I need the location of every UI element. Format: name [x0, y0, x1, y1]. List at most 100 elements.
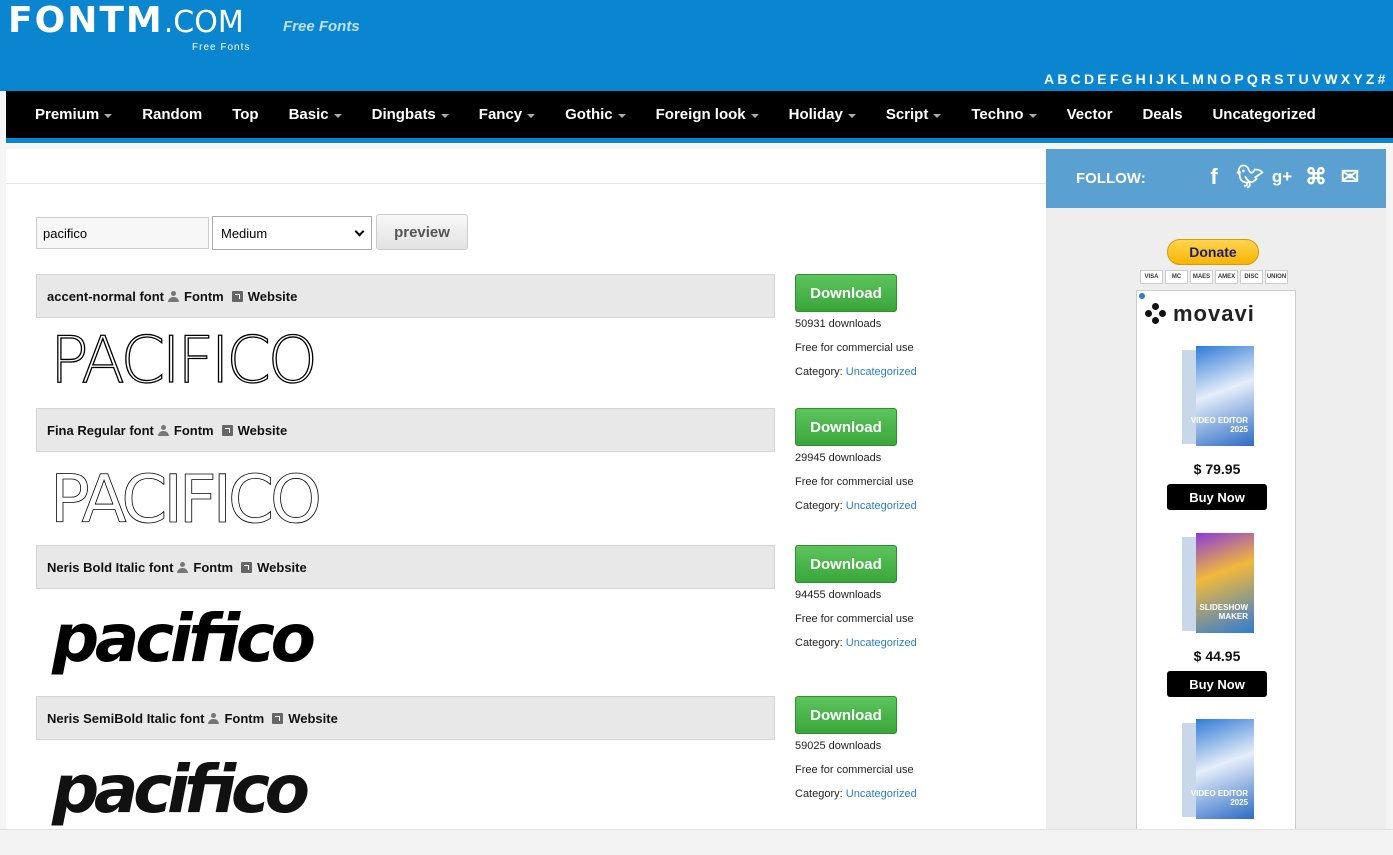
font-name-link[interactable]: Neris SemiBold Italic font [47, 711, 204, 726]
nav-item-premium[interactable]: Premium [35, 106, 113, 123]
author-label: Fontm [184, 288, 224, 304]
nav-item-techno[interactable]: Techno [971, 106, 1037, 123]
category-link[interactable]: Uncategorized [846, 500, 917, 512]
logo-subtitle: Free Fonts [192, 42, 251, 53]
alphabet-letter-link[interactable]: R [1259, 70, 1272, 88]
alphabet-letter-link[interactable]: E [1096, 70, 1109, 88]
font-preview-image[interactable]: PACIFICO [50, 328, 325, 390]
font-name-link[interactable]: accent-normal font [47, 289, 164, 304]
font-preview-image[interactable]: pacifico [50, 601, 330, 681]
download-button[interactable]: Download [795, 696, 897, 734]
preview-text-input[interactable] [36, 217, 209, 249]
product-box-image[interactable]: VIDEO EDITOR 2025 [1182, 719, 1254, 819]
author-label: Fontm [193, 559, 234, 575]
author-link[interactable]: Fontm [177, 560, 233, 575]
font-preview-text: pacifico [51, 752, 310, 828]
website-label: Website [237, 422, 288, 438]
nav-item-foreign-look[interactable]: Foreign look [656, 106, 759, 123]
category-link[interactable]: Uncategorized [846, 366, 917, 378]
rss-icon[interactable]: ⌘ [1304, 163, 1328, 191]
alphabet-letter-link[interactable]: F [1108, 70, 1120, 88]
content-divider [6, 183, 1046, 184]
alphabet-letter-link[interactable]: M [1191, 70, 1206, 88]
payment-card-icon: MC [1165, 270, 1188, 284]
ad-choices-icon[interactable] [1139, 293, 1145, 299]
nav-item-uncategorized[interactable]: Uncategorized [1212, 106, 1315, 123]
download-count: 29945 downloads [795, 452, 882, 464]
alphabet-letter-link[interactable]: N [1205, 70, 1218, 88]
font-preview-image[interactable]: pacifico [50, 752, 330, 832]
alphabet-letter-link[interactable]: K [1165, 70, 1178, 88]
caret-down-icon [104, 113, 113, 118]
site-logo[interactable]: FONTM.COM [8, 0, 244, 44]
nav-item-vector[interactable]: Vector [1067, 106, 1113, 123]
alphabet-letter-link[interactable]: P [1233, 70, 1246, 88]
font-name-link[interactable]: Fina Regular font [47, 423, 154, 438]
nav-item-script[interactable]: Script [886, 106, 942, 123]
product-price: $ 44.95 [1193, 648, 1241, 664]
email-icon[interactable]: ✉ [1338, 163, 1362, 191]
nav-item-fancy[interactable]: Fancy [479, 106, 536, 123]
alphabet-letter-link[interactable]: C [1069, 70, 1082, 88]
buy-now-button[interactable]: Buy Now [1167, 671, 1267, 697]
nav-item-gothic[interactable]: Gothic [565, 106, 626, 123]
alphabet-letter-link[interactable]: S [1273, 70, 1286, 88]
alphabet-letter-link[interactable]: H [1134, 70, 1147, 88]
alphabet-letter-link[interactable]: W [1323, 70, 1339, 88]
alphabet-letter-link[interactable]: L [1179, 70, 1191, 88]
alphabet-letter-link[interactable]: J [1154, 70, 1165, 88]
download-button[interactable]: Download [795, 545, 897, 583]
nav-item-basic[interactable]: Basic [289, 106, 342, 123]
author-link[interactable]: Fontm [168, 289, 224, 304]
alphabet-letter-link[interactable]: Q [1245, 70, 1259, 88]
font-name-link[interactable]: Neris Bold Italic font [47, 560, 173, 575]
nav-item-deals[interactable]: Deals [1142, 106, 1182, 123]
buy-now-button[interactable]: Buy Now [1167, 484, 1267, 510]
google-plus-icon[interactable]: g+ [1270, 163, 1294, 191]
download-button[interactable]: Download [795, 408, 897, 446]
alphabet-letter-link[interactable]: I [1147, 70, 1154, 88]
website-link[interactable]: Website [221, 422, 288, 438]
author-link[interactable]: Fontm [208, 711, 264, 726]
category-link[interactable]: Uncategorized [846, 637, 917, 649]
alphabet-letter-link[interactable]: D [1082, 70, 1095, 88]
donate-button[interactable]: Donate [1167, 239, 1259, 265]
download-button[interactable]: Download [795, 274, 897, 312]
twitter-icon[interactable]: 🐦︎ [1236, 163, 1264, 191]
alphabet-letter-link[interactable]: A [1042, 70, 1055, 88]
author-link[interactable]: Fontm [157, 423, 214, 438]
nav-item-top[interactable]: Top [232, 106, 258, 123]
license-text: Free for commercial use [795, 342, 914, 354]
alphabet-letter-link[interactable]: U [1297, 70, 1310, 88]
product-box-image[interactable]: VIDEO EDITOR 2025 [1182, 346, 1254, 446]
nav-item-label: Techno [971, 106, 1024, 123]
website-link[interactable]: Website [241, 560, 307, 575]
alphabet-letter-link[interactable]: B [1056, 70, 1069, 88]
product-price: $ 79.95 [1193, 461, 1241, 477]
nav-item-dingbats[interactable]: Dingbats [372, 106, 449, 123]
preview-button[interactable]: preview [376, 214, 468, 250]
category-label: Category: [795, 637, 843, 649]
category-line: Category: Uncategorized [795, 631, 917, 655]
category-link[interactable]: Uncategorized [846, 788, 917, 800]
external-link-icon [221, 424, 233, 436]
alphabet-letter-link[interactable]: # [1376, 70, 1387, 88]
product-box-image[interactable]: SLIDESHOW MAKER [1182, 533, 1254, 633]
nav-item-random[interactable]: Random [142, 106, 202, 123]
alphabet-letter-link[interactable]: T [1285, 70, 1297, 88]
alphabet-letter-link[interactable]: G [1120, 70, 1134, 88]
nav-item-holiday[interactable]: Holiday [789, 106, 856, 123]
facebook-icon[interactable]: f [1202, 163, 1226, 191]
license-text: Free for commercial use [795, 613, 914, 625]
website-link[interactable]: Website [231, 289, 297, 304]
alphabet-letter-link[interactable]: Y [1352, 70, 1365, 88]
font-preview-image[interactable]: PACIFICO [50, 464, 325, 528]
alphabet-letter-link[interactable]: V [1310, 70, 1323, 88]
alphabet-letter-link[interactable]: Z [1364, 70, 1376, 88]
font-weight-select[interactable]: Medium [212, 216, 372, 250]
social-links: f 🐦︎ g+ ⌘ ✉ [1202, 163, 1362, 191]
advertisement[interactable]: movavi VIDEO EDITOR 2025 $ 79.95 Buy Now… [1136, 290, 1296, 830]
website-link[interactable]: Website [272, 711, 338, 726]
alphabet-letter-link[interactable]: O [1219, 70, 1233, 88]
alphabet-letter-link[interactable]: X [1339, 70, 1352, 88]
